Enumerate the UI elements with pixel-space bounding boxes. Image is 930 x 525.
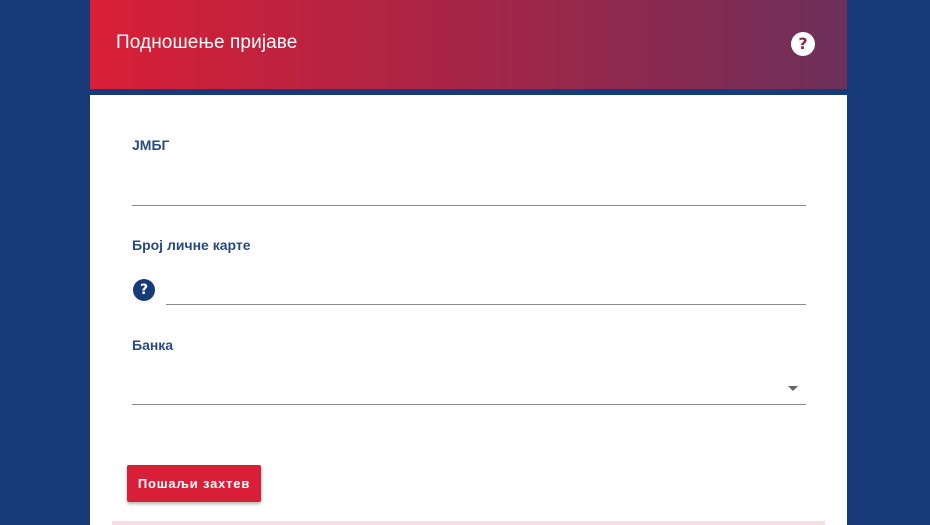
- caret-down-icon[interactable]: [788, 386, 798, 391]
- bank-underline: [132, 404, 806, 405]
- bank-select[interactable]: [132, 376, 806, 404]
- id-card-input[interactable]: [167, 277, 804, 301]
- bank-label: Банка: [132, 337, 174, 353]
- submit-button[interactable]: Пошаљи захтев: [127, 465, 261, 502]
- jmbg-label: ЈМБГ: [132, 137, 170, 153]
- id-card-underline: [166, 304, 806, 305]
- message-strip: [112, 521, 825, 525]
- jmbg-underline: [132, 205, 806, 206]
- page-title: Подношење пријаве: [116, 32, 298, 53]
- id-card-label: Број личне карте: [132, 237, 251, 253]
- page: Подношење пријаве ? ЈМБГ Број личне карт…: [0, 0, 930, 525]
- help-icon[interactable]: ?: [791, 32, 815, 56]
- jmbg-input[interactable]: [132, 178, 804, 202]
- header-divider: [90, 89, 847, 95]
- application-card: Подношење пријаве ? ЈМБГ Број личне карт…: [90, 0, 847, 525]
- card-header: Подношење пријаве ?: [90, 0, 847, 89]
- id-card-help-icon[interactable]: ?: [133, 279, 155, 301]
